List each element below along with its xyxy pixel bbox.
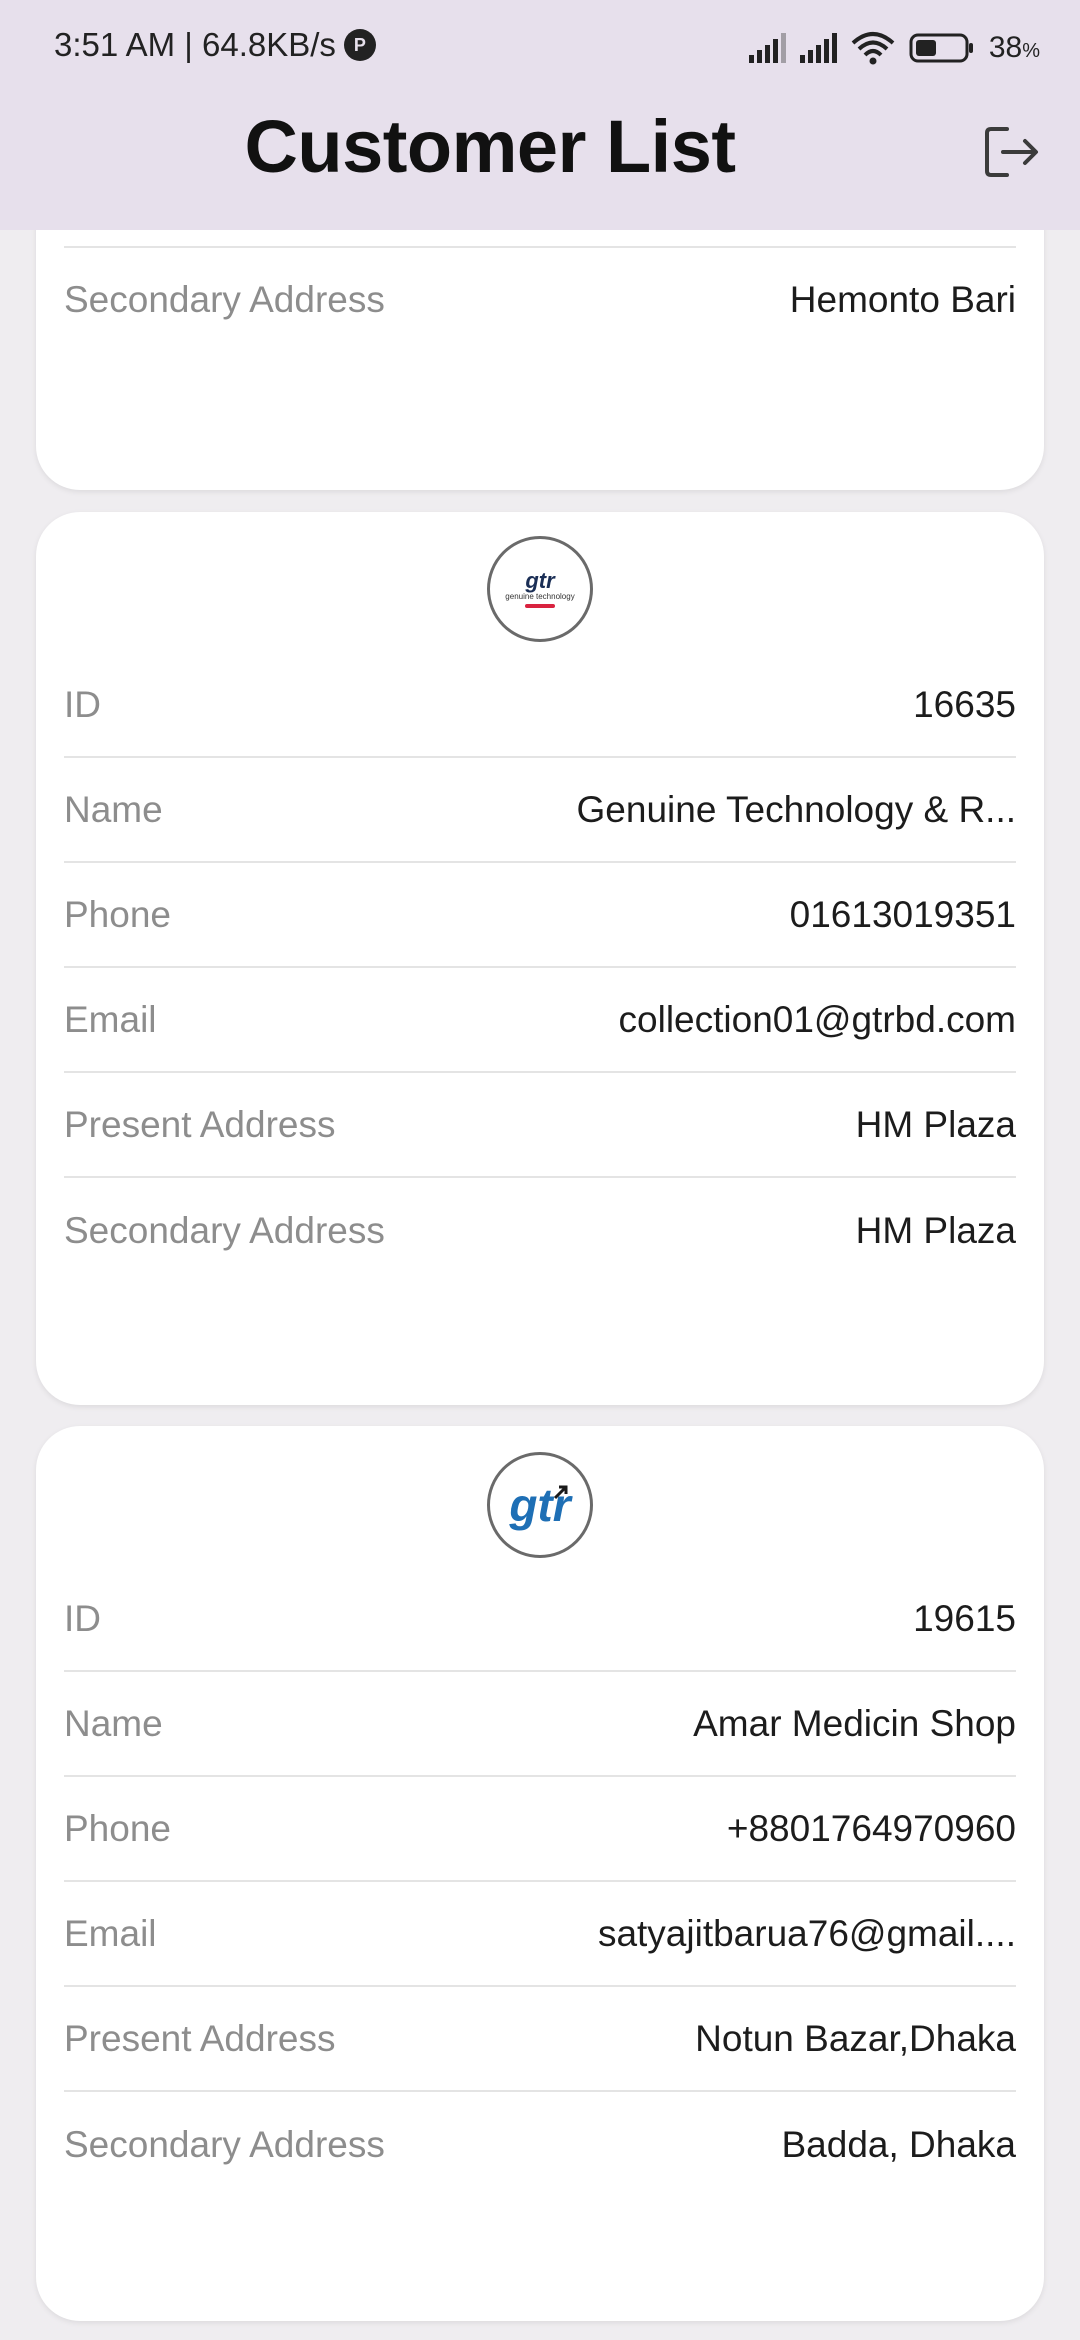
row-label: Secondary Address bbox=[64, 2123, 385, 2165]
logout-icon bbox=[985, 127, 1038, 177]
row-value: HM Plaza bbox=[855, 1209, 1016, 1251]
row-label: Email bbox=[64, 1912, 157, 1954]
battery-icon bbox=[909, 32, 975, 64]
detail-row-email: Email collection01@gtrbd.com bbox=[64, 968, 1016, 1073]
row-label: Present Address bbox=[64, 1103, 336, 1145]
row-label: Name bbox=[64, 788, 163, 830]
detail-row-secondary-address: Secondary Address Badda, Dhaka bbox=[64, 2092, 1016, 2197]
row-value: HM Plaza bbox=[855, 1103, 1016, 1145]
row-value: +8801764970960 bbox=[726, 1807, 1016, 1849]
detail-row-email: Email satyajitbarua76@gmail.... bbox=[64, 1882, 1016, 1987]
status-indicators: 38% bbox=[748, 26, 1040, 70]
row-label: Secondary Address bbox=[64, 279, 385, 320]
row-label: Phone bbox=[64, 893, 171, 935]
logo-text: gtr bbox=[525, 568, 555, 593]
row-value: 19615 bbox=[913, 1597, 1016, 1639]
row-label: ID bbox=[64, 1597, 101, 1639]
detail-row-id: ID 16635 bbox=[64, 653, 1016, 758]
logo-subtext: genuine technology bbox=[505, 592, 575, 601]
customer-card[interactable]: gtr ID 19615 Name Amar Medicin Shop Phon… bbox=[36, 1426, 1044, 2321]
status-bar: 3:51 AM | 64.8KB/s P 38% bbox=[0, 0, 1080, 96]
row-label: Name bbox=[64, 1702, 163, 1744]
arrow-up-right-icon bbox=[553, 1485, 568, 1500]
signal-icon bbox=[799, 33, 837, 63]
row-value: 01613019351 bbox=[789, 893, 1016, 935]
wifi-icon bbox=[851, 31, 895, 65]
row-label: Email bbox=[64, 998, 157, 1040]
customer-list[interactable]: Secondary Address Hemonto Bari gtr genui… bbox=[0, 0, 1080, 2340]
detail-row-name: Name Amar Medicin Shop bbox=[64, 1672, 1016, 1777]
row-value: Genuine Technology & R... bbox=[576, 788, 1016, 830]
detail-row-id: ID 19615 bbox=[64, 1567, 1016, 1672]
row-value: 16635 bbox=[913, 683, 1016, 725]
detail-rows: ID 19615 Name Amar Medicin Shop Phone +8… bbox=[64, 1567, 1016, 2197]
customer-card[interactable]: gtr genuine technology ID 16635 Name Gen… bbox=[36, 512, 1044, 1405]
detail-row-phone: Phone 01613019351 bbox=[64, 863, 1016, 968]
battery-percent-text: 38% bbox=[988, 31, 1040, 64]
signal-icon bbox=[748, 33, 786, 63]
customer-logo-avatar: gtr genuine technology bbox=[487, 536, 593, 642]
detail-rows: ID 16635 Name Genuine Technology & R... … bbox=[64, 653, 1016, 1283]
row-value: Hemonto Bari bbox=[789, 279, 1016, 320]
row-label: Phone bbox=[64, 1807, 171, 1849]
customer-logo-avatar: gtr bbox=[487, 1452, 593, 1558]
detail-row-present-address: Present Address HM Plaza bbox=[64, 1073, 1016, 1178]
row-label: Secondary Address bbox=[64, 1209, 385, 1251]
page-title: Customer List bbox=[244, 105, 736, 188]
row-value: Notun Bazar,Dhaka bbox=[695, 2017, 1016, 2059]
row-label: ID bbox=[64, 683, 101, 725]
detail-row-phone: Phone +8801764970960 bbox=[64, 1777, 1016, 1882]
row-value: satyajitbarua76@gmail.... bbox=[597, 1912, 1016, 1954]
row-value: Amar Medicin Shop bbox=[693, 1702, 1016, 1744]
detail-row-secondary-address: Secondary Address HM Plaza bbox=[64, 1178, 1016, 1283]
row-value: collection01@gtrbd.com bbox=[618, 998, 1016, 1040]
app-bar: 3:51 AM | 64.8KB/s P 38% Customer List bbox=[0, 0, 1080, 230]
logo-accent-bar bbox=[524, 604, 555, 608]
detail-row-secondary-address: Secondary Address Hemonto Bari bbox=[64, 248, 1016, 352]
row-label: Present Address bbox=[64, 2017, 336, 2059]
status-time-speed: 3:51 AM | 64.8KB/s P bbox=[54, 26, 376, 64]
logout-button[interactable] bbox=[982, 122, 1042, 182]
status-time-text: 3:51 AM | 64.8KB/s bbox=[54, 26, 336, 63]
detail-row-present-address: Present Address Notun Bazar,Dhaka bbox=[64, 1987, 1016, 2092]
detail-row-name: Name Genuine Technology & R... bbox=[64, 758, 1016, 863]
row-value: Badda, Dhaka bbox=[781, 2123, 1016, 2165]
data-saver-icon: P bbox=[343, 29, 376, 61]
